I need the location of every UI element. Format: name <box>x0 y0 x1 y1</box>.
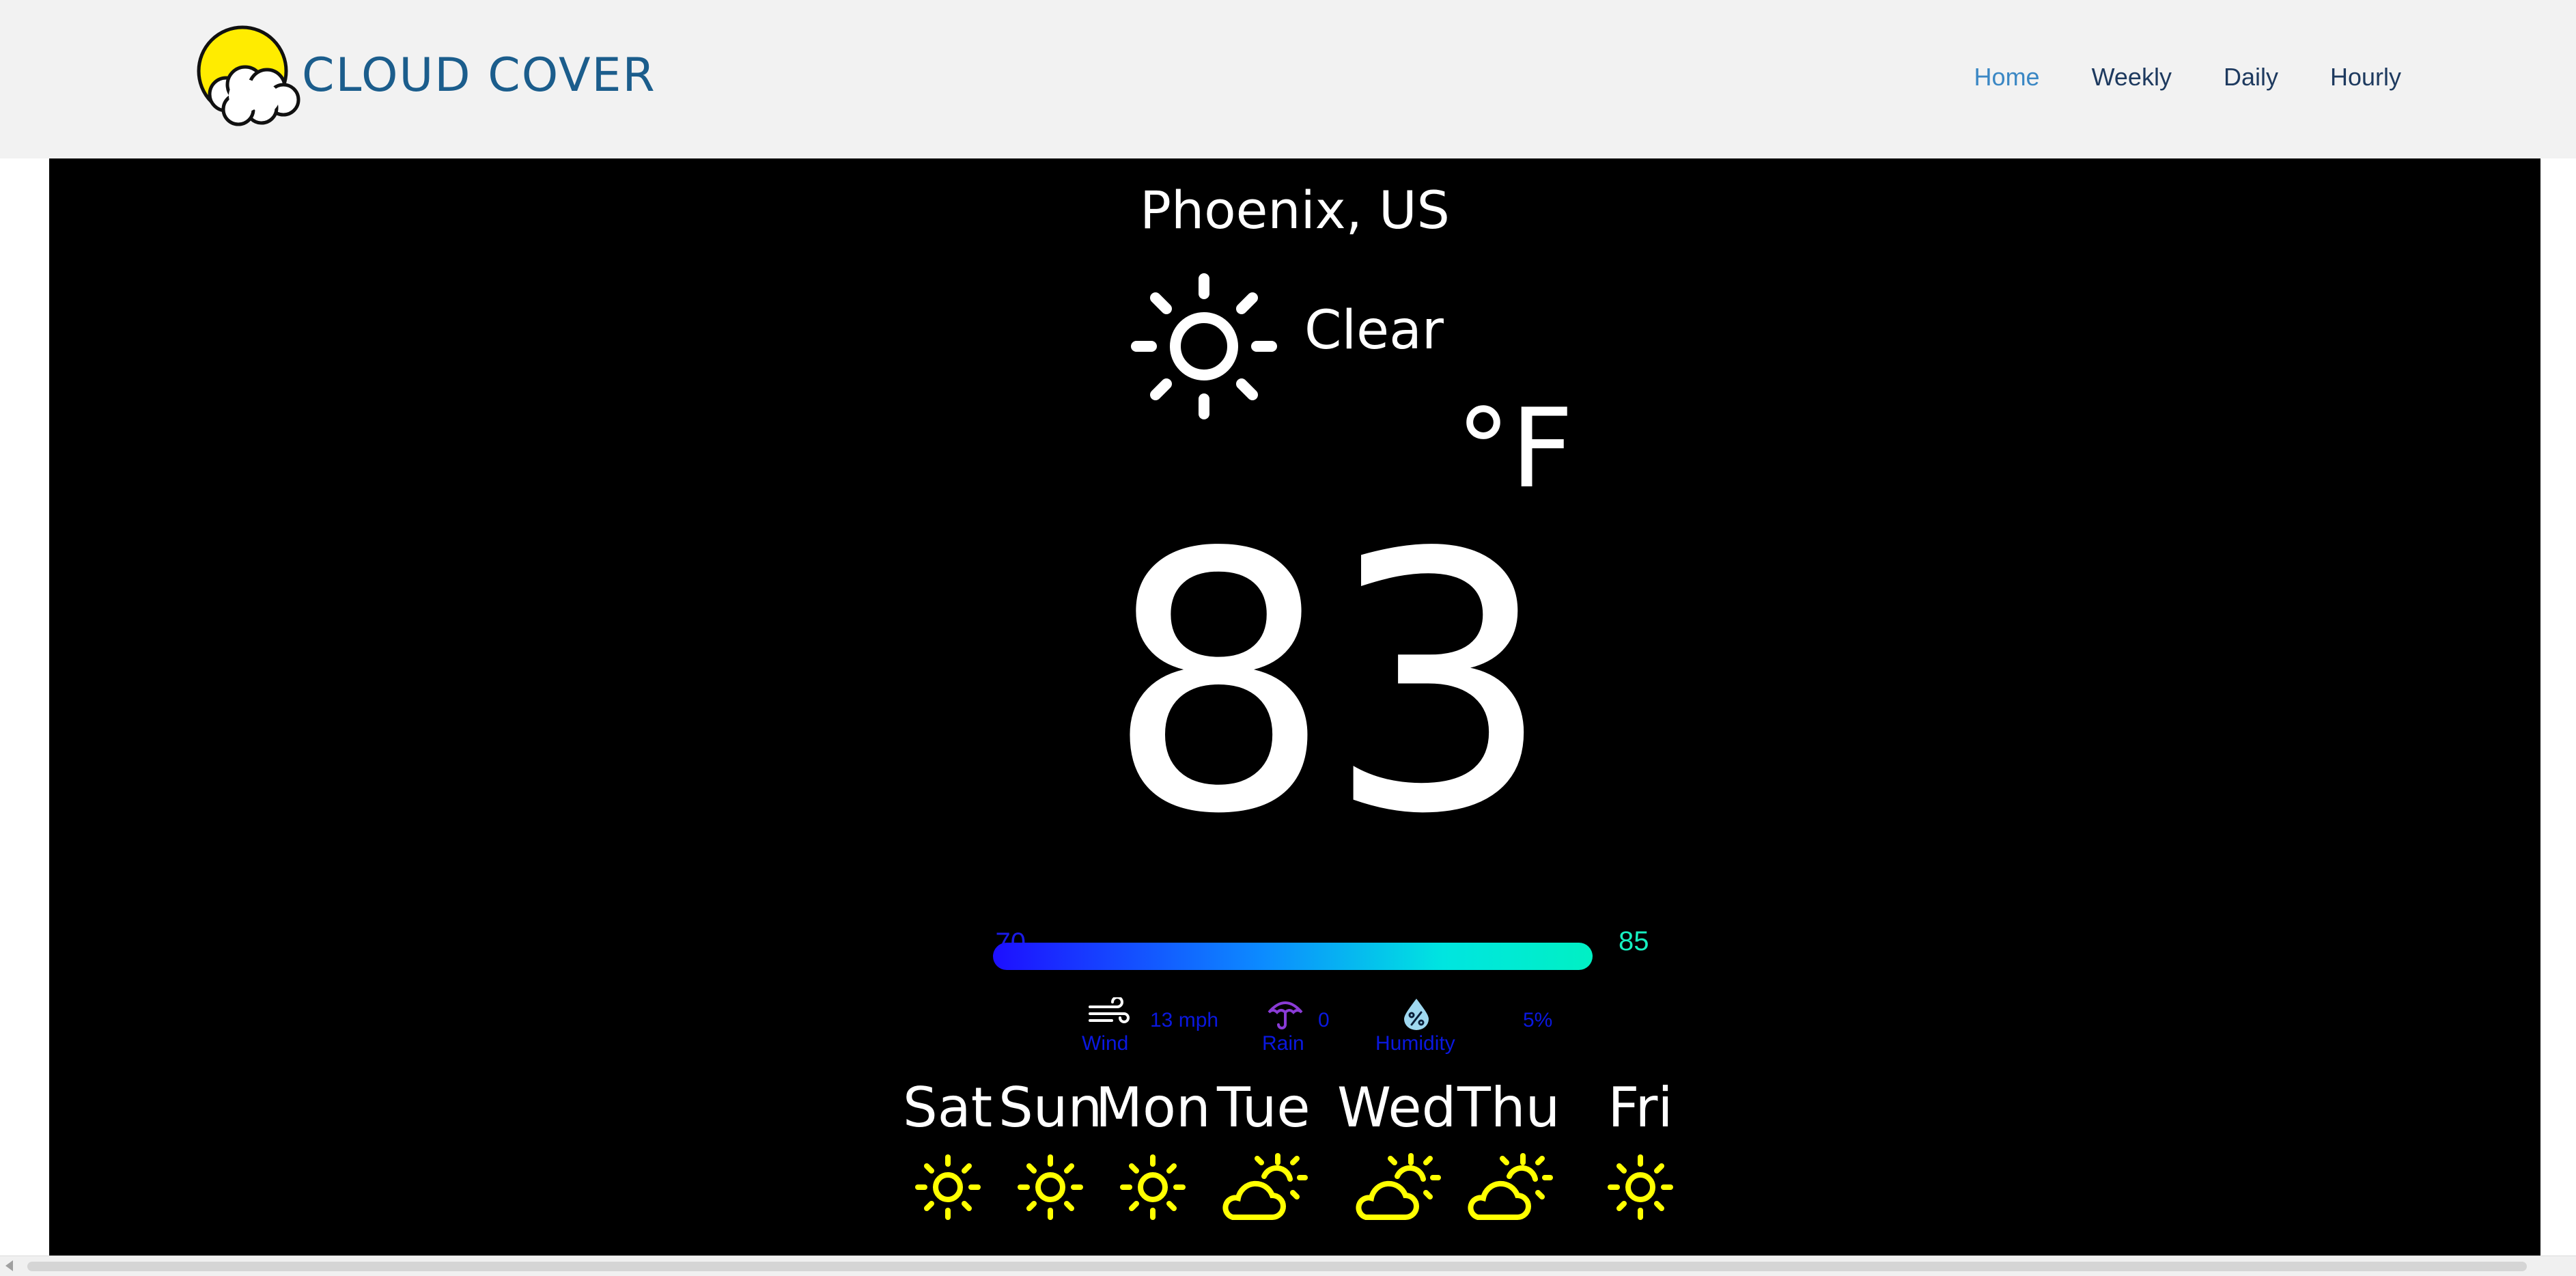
humidity-label: Humidity <box>1375 1032 1455 1055</box>
forecast-day[interactable]: Tue <box>1217 1074 1311 1223</box>
partly-cloudy-icon <box>1222 1153 1308 1220</box>
day-label: Sat <box>903 1076 993 1139</box>
nav-weekly[interactable]: Weekly <box>2092 60 2172 94</box>
scrollbar-thumb[interactable] <box>27 1262 2527 1271</box>
sun-icon <box>914 1154 981 1220</box>
forecast-day[interactable]: Fri <box>1605 1074 1676 1223</box>
forecast-day[interactable]: Mon <box>1095 1074 1211 1223</box>
weekly-forecast: Sat Sun Mon Tue Wed Thu Fri <box>903 1074 1729 1245</box>
horizontal-scrollbar[interactable] <box>0 1256 2576 1276</box>
rain-label: Rain <box>1262 1032 1304 1055</box>
temp-range-bar <box>993 943 1593 970</box>
day-label: Mon <box>1095 1076 1211 1139</box>
scroll-left-icon[interactable] <box>5 1260 13 1271</box>
partly-cloudy-icon <box>1356 1153 1442 1220</box>
forecast-day[interactable]: Thu <box>1457 1074 1560 1223</box>
forecast-day[interactable]: Sat <box>903 1074 992 1223</box>
forecast-day[interactable]: Wed <box>1337 1074 1456 1223</box>
wind-label: Wind <box>1082 1032 1129 1055</box>
sun-icon <box>1131 273 1277 419</box>
umbrella-icon <box>1268 1001 1303 1029</box>
humidity-value: 5% <box>1523 1009 1553 1031</box>
weather-panel: Phoenix, US Clear °F 83 70 85 Wind <box>49 158 2540 1256</box>
day-label: Tue <box>1217 1076 1311 1139</box>
day-label: Fri <box>1608 1076 1673 1139</box>
sun-icon <box>1018 1154 1084 1220</box>
condition-label: Clear <box>1304 300 1444 361</box>
sun-icon <box>1608 1154 1673 1220</box>
day-label: Sun <box>998 1076 1103 1139</box>
current-temperature: 83 <box>1106 477 1552 891</box>
wind-icon <box>1089 997 1130 1023</box>
site-header: CLOUD COVER Home Weekly Daily Hourly <box>0 0 2576 158</box>
forecast-day[interactable]: Sun <box>998 1074 1102 1223</box>
partly-cloudy-icon <box>1468 1153 1554 1220</box>
brand-name[interactable]: CLOUD COVER <box>302 48 656 104</box>
nav-home[interactable]: Home <box>1974 60 2040 94</box>
day-label: Wed <box>1337 1076 1457 1139</box>
humidity-drop-icon <box>1404 999 1429 1030</box>
temp-high: 85 <box>1619 926 1649 956</box>
nav-hourly[interactable]: Hourly <box>2330 60 2401 94</box>
cloud-cover-logo-icon[interactable] <box>193 23 303 127</box>
nav-daily[interactable]: Daily <box>2224 60 2278 94</box>
day-label: Thu <box>1457 1076 1560 1139</box>
location-title: Phoenix, US <box>1140 180 1450 240</box>
main-nav: Home Weekly Daily Hourly <box>1974 60 2401 94</box>
rain-value: 0 <box>1318 1009 1330 1031</box>
sun-icon <box>1120 1154 1186 1220</box>
wind-value: 13 mph <box>1150 1009 1219 1031</box>
